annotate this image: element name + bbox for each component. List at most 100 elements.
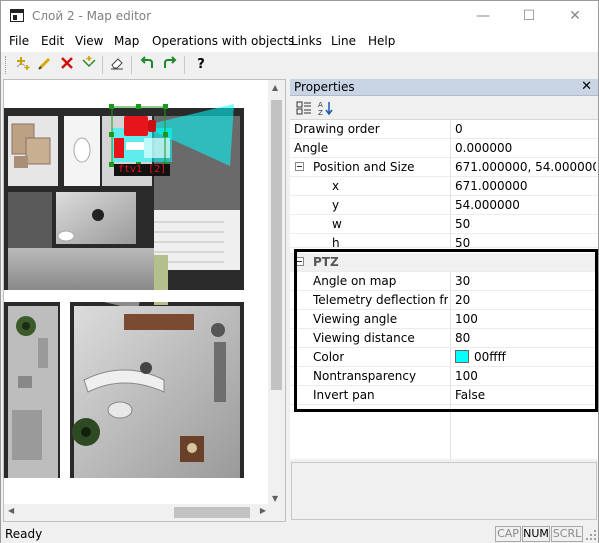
property-row-telemetry-deflection[interactable]: Telemetry deflection fr... 20: [290, 291, 598, 310]
menu-edit[interactable]: Edit: [41, 34, 64, 48]
camera-body: [124, 116, 148, 136]
property-name: Angle: [294, 141, 329, 155]
toolbar-separator: [184, 56, 185, 74]
menu-view[interactable]: View: [75, 34, 103, 48]
alphabetical-sort-icon[interactable]: AZ: [318, 100, 334, 117]
horizontal-scroll-thumb[interactable]: [174, 507, 250, 518]
property-value[interactable]: 50: [450, 215, 596, 233]
property-row-angle[interactable]: Angle 0.000000: [290, 139, 598, 158]
properties-panel: Properties ✕ AZ Drawing order 0 Angle 0.…: [290, 79, 598, 522]
property-row-nontransparency[interactable]: Nontransparency 100: [290, 367, 598, 386]
horizontal-scrollbar[interactable]: ◀ ▶: [4, 504, 270, 521]
property-value[interactable]: 0.000000: [450, 139, 596, 157]
property-value[interactable]: 100: [450, 310, 596, 328]
collapse-icon[interactable]: [295, 162, 304, 171]
scroll-lock-indicator: SCRL: [551, 526, 583, 542]
scroll-up-icon[interactable]: ▲: [272, 83, 278, 92]
scroll-left-icon[interactable]: ◀: [8, 506, 14, 515]
property-name: Invert pan: [313, 388, 375, 402]
property-name: w: [332, 217, 342, 231]
property-name: h: [332, 236, 340, 248]
property-value[interactable]: 20: [450, 291, 596, 309]
property-name: Angle on map: [313, 274, 397, 288]
property-value[interactable]: 0: [450, 120, 596, 138]
toolbar-separator: [102, 56, 103, 74]
status-bar: Ready CAP NUM SCRL: [1, 525, 598, 543]
property-name: y: [332, 198, 340, 212]
maximize-button[interactable]: ☐: [506, 1, 552, 32]
property-row-color[interactable]: Color 00ffff: [290, 348, 598, 367]
property-row-h[interactable]: h 50: [290, 234, 598, 248]
color-swatch[interactable]: [455, 350, 469, 363]
svg-text:A: A: [318, 101, 323, 109]
camera-label[interactable]: ftv1 [2]: [114, 164, 171, 176]
vertical-scrollbar[interactable]: ▲ ▼: [268, 80, 285, 506]
app-icon: [10, 9, 24, 22]
property-value[interactable]: 100: [450, 367, 596, 385]
properties-header: Properties ✕: [290, 79, 598, 96]
vertical-scroll-thumb[interactable]: [271, 100, 282, 390]
menu-links[interactable]: Links: [291, 34, 322, 48]
property-value[interactable]: 50: [450, 234, 596, 247]
delete-icon[interactable]: [57, 55, 77, 75]
property-value[interactable]: 00ffff: [450, 348, 596, 366]
property-value[interactable]: 80: [450, 329, 596, 347]
color-value: 00ffff: [474, 350, 506, 364]
property-row-x[interactable]: x 671.000000: [290, 177, 598, 196]
property-row-position-and-size[interactable]: Position and Size 671.000000, 54.000000,…: [290, 158, 598, 177]
property-row-drawing-order[interactable]: Drawing order 0: [290, 120, 598, 139]
property-value[interactable]: False: [450, 386, 596, 404]
svg-text:Z: Z: [318, 109, 323, 116]
window-title: Слой 2 - Map editor: [32, 9, 152, 23]
collapse-icon[interactable]: [295, 257, 304, 266]
menu-help[interactable]: Help: [368, 34, 395, 48]
property-category-ptz[interactable]: PTZ: [290, 253, 598, 272]
category-label: PTZ: [313, 255, 339, 269]
property-row-invert-pan[interactable]: Invert pan False: [290, 386, 598, 405]
help-icon[interactable]: ?: [191, 55, 211, 75]
undo-icon[interactable]: [137, 55, 157, 75]
property-name: Position and Size: [313, 160, 415, 174]
status-text: Ready: [5, 527, 43, 541]
property-description-box: [291, 462, 597, 520]
minimize-button[interactable]: —: [460, 1, 506, 32]
menu-operations-with-objects[interactable]: Operations with objects: [152, 34, 294, 48]
property-value[interactable]: 30: [450, 272, 596, 290]
close-button[interactable]: ✕: [552, 1, 598, 32]
property-value[interactable]: 671.000000, 54.000000, 50,...: [450, 158, 596, 176]
property-value[interactable]: 54.000000: [450, 196, 596, 214]
property-name: x: [332, 179, 340, 193]
menu-file[interactable]: File: [9, 34, 29, 48]
map-editor-window: Слой 2 - Map editor — ☐ ✕ File Edit View…: [0, 0, 599, 543]
property-row-viewing-angle[interactable]: Viewing angle 100: [290, 310, 598, 329]
scroll-corner: [268, 504, 285, 521]
resize-grip-icon[interactable]: [585, 529, 597, 541]
toolbar-grip[interactable]: [5, 56, 7, 74]
property-name: Nontransparency: [313, 369, 417, 383]
property-row-w[interactable]: w 50: [290, 215, 598, 234]
floor-plan-canvas[interactable]: ftv1 [2]: [4, 80, 270, 506]
scroll-right-icon[interactable]: ▶: [260, 506, 266, 515]
title-bar: Слой 2 - Map editor — ☐ ✕: [1, 1, 598, 32]
properties-title: Properties: [294, 80, 355, 94]
menu-map[interactable]: Map: [114, 34, 139, 48]
add-point-icon[interactable]: [13, 55, 33, 75]
property-row-angle-on-map[interactable]: Angle on map 30: [290, 272, 598, 291]
property-value[interactable]: 671.000000: [450, 177, 596, 195]
property-name: Telemetry deflection fr...: [313, 293, 448, 307]
property-name: Viewing distance: [313, 331, 415, 345]
property-grid[interactable]: Drawing order 0 Angle 0.000000 Position …: [290, 119, 598, 460]
property-row-y[interactable]: y 54.000000: [290, 196, 598, 215]
merge-points-icon[interactable]: [79, 55, 99, 75]
toolbar: ?: [1, 53, 598, 77]
scroll-down-icon[interactable]: ▼: [272, 494, 278, 503]
pencil-icon[interactable]: [35, 55, 55, 75]
menu-line[interactable]: Line: [331, 34, 356, 48]
property-row-viewing-distance[interactable]: Viewing distance 80: [290, 329, 598, 348]
properties-toolbar: AZ: [290, 97, 598, 119]
categorized-view-icon[interactable]: [296, 100, 312, 116]
close-panel-icon[interactable]: ✕: [581, 79, 592, 94]
map-pane[interactable]: ftv1 [2] ▲ ▼ ◀ ▶: [3, 79, 286, 522]
eraser-icon[interactable]: [107, 55, 127, 75]
redo-icon[interactable]: [160, 55, 180, 75]
